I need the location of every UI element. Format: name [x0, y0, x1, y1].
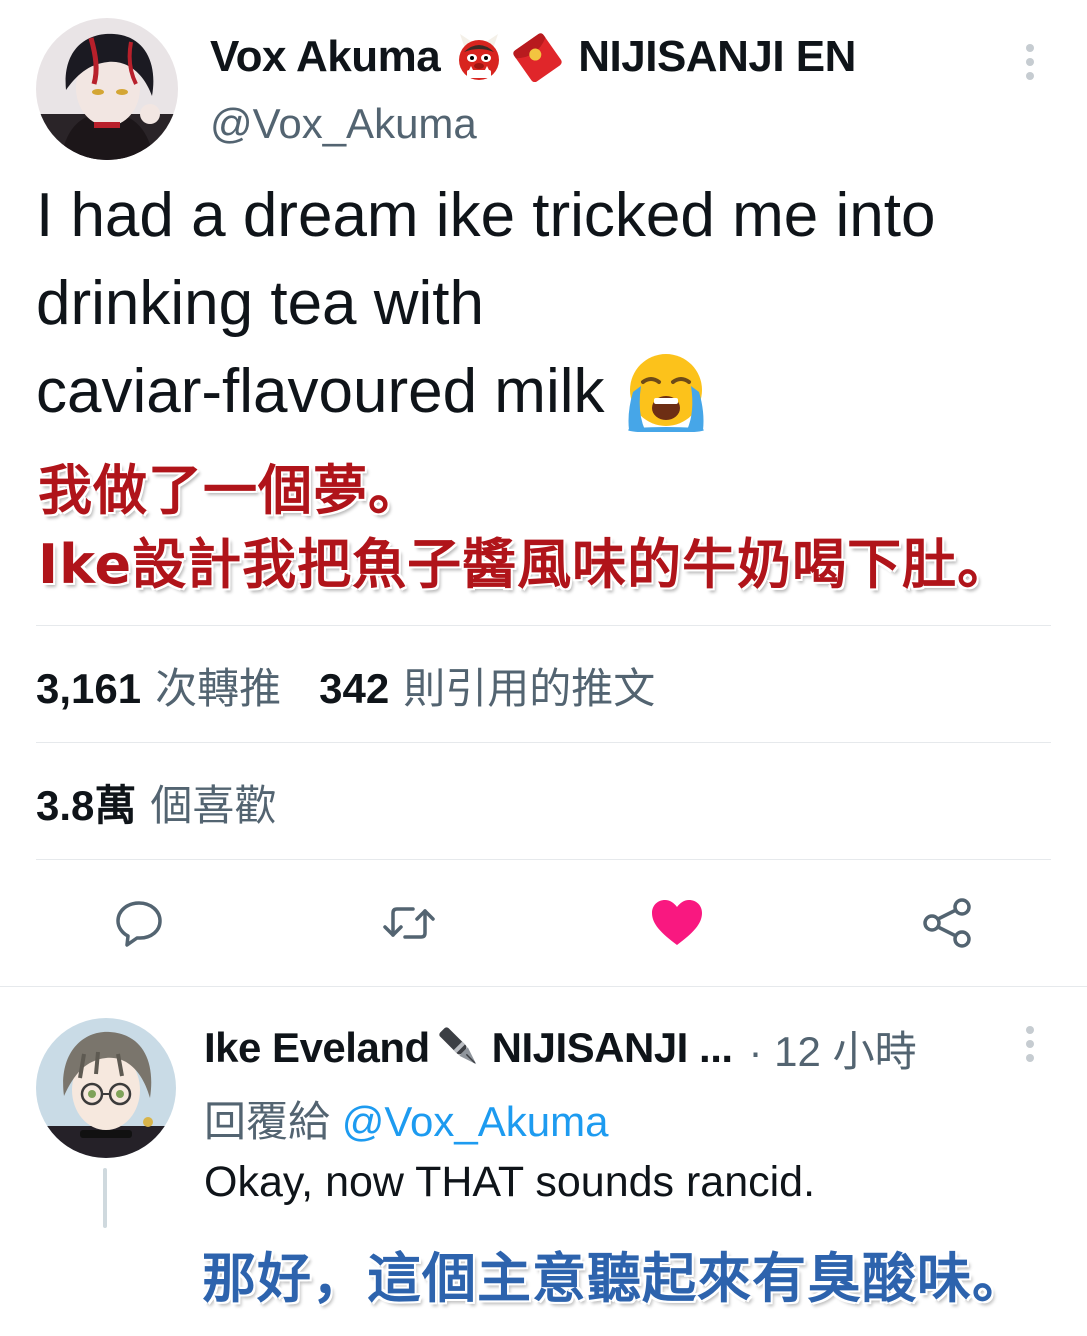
- thread-connector: [103, 1168, 107, 1228]
- quotes-label: 則引用的推文: [403, 664, 656, 712]
- reply-author-avatar[interactable]: [36, 1018, 176, 1158]
- reply-author-org[interactable]: NIJISANJI ...: [492, 1024, 733, 1072]
- retweets-count: 3,161: [36, 664, 142, 712]
- red-envelope-icon: [510, 32, 564, 82]
- quotes-stat[interactable]: 342 則引用的推文: [319, 655, 655, 716]
- caption-line-2: Ike設計我把魚子醬風味的牛奶喝下肚。: [38, 533, 1013, 596]
- author-display-name[interactable]: Vox Akuma: [210, 32, 441, 82]
- retweets-stat[interactable]: 3,161 次轉推: [36, 655, 281, 716]
- tweet-text-line: I had a dream ike tricked me into: [36, 181, 936, 250]
- tweet-text-line: drinking tea with: [36, 269, 485, 338]
- likes-stat[interactable]: 3.8萬 個喜歡: [36, 772, 276, 832]
- reply-icon: [113, 897, 165, 949]
- likes-count: 3.8萬: [36, 781, 137, 829]
- reply-text: Okay, now THAT sounds rancid.: [204, 1158, 816, 1206]
- section-divider: [0, 986, 1087, 987]
- loudly-crying-face-icon: [625, 352, 707, 432]
- likes-label: 個喜歡: [150, 781, 277, 829]
- share-button[interactable]: [912, 888, 982, 958]
- quotes-count: 342: [319, 664, 390, 712]
- like-icon: [649, 897, 705, 949]
- fountain-pen-icon: [432, 1021, 488, 1075]
- more-options-icon[interactable]: [1024, 44, 1036, 80]
- replying-to-handle[interactable]: @Vox_Akuma: [342, 1098, 609, 1145]
- engagement-stats: 3,161 次轉推 342 則引用的推文: [36, 655, 655, 715]
- retweets-label: 次轉推: [155, 664, 282, 712]
- like-button[interactable]: [642, 888, 712, 958]
- reply-button[interactable]: [104, 888, 174, 958]
- reply-header: Ike Eveland NIJISANJI ... · 12 小時: [204, 1020, 917, 1076]
- tweet-text-line: caviar-flavoured milk: [36, 357, 605, 426]
- author-org[interactable]: NIJISANJI EN: [578, 32, 856, 82]
- share-icon: [920, 896, 974, 950]
- author-avatar[interactable]: [36, 18, 178, 160]
- reply-author-name[interactable]: Ike Eveland: [204, 1024, 430, 1072]
- tweet-text: I had a dream ike tricked me into drinki…: [36, 172, 1056, 436]
- replying-to: 回覆給 @Vox_Akuma: [204, 1088, 608, 1149]
- caption-line-1: 我做了一個夢。: [38, 459, 423, 522]
- retweet-button[interactable]: [374, 888, 444, 958]
- retweet-icon: [379, 897, 439, 949]
- divider: [36, 859, 1051, 860]
- reply-timestamp[interactable]: · 12 小時: [749, 1018, 917, 1079]
- author-handle[interactable]: @Vox_Akuma: [210, 100, 477, 148]
- divider: [36, 625, 1051, 626]
- divider: [36, 742, 1051, 743]
- author-name-line[interactable]: Vox Akuma NIJISANJI EN: [210, 30, 856, 84]
- reply-caption: 那好，這個主意聽起來有臭酸味。: [202, 1247, 1027, 1310]
- replying-to-label: 回覆給: [204, 1098, 331, 1145]
- reply-more-options-icon[interactable]: [1024, 1026, 1036, 1062]
- japanese-ogre-icon: [454, 32, 504, 82]
